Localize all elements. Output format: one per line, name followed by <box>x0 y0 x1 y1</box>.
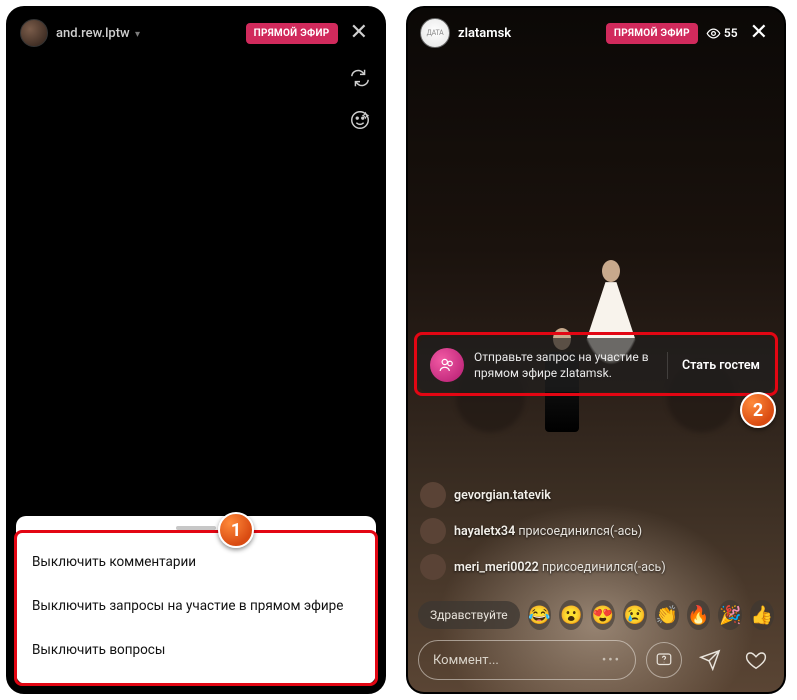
option-disable-join-requests[interactable]: Выключить запросы на участие в прямом эф… <box>30 584 362 628</box>
host-avatar-label: ДАТА <box>427 29 444 37</box>
comment-text: присоединился(-ась) <box>518 524 642 539</box>
reaction-fire[interactable]: 🔥 <box>687 600 711 630</box>
host-side-controls <box>348 66 372 132</box>
comment-item[interactable]: gevorgian.tatevik <box>420 482 772 508</box>
sheet-handle[interactable] <box>176 526 216 530</box>
comment-placeholder: Коммент... <box>433 653 499 668</box>
comment-text: присоединился(-ась) <box>542 560 666 575</box>
comment-input[interactable]: Коммент... ••• <box>418 640 636 680</box>
comment-item[interactable]: hayaletx34 присоединился(-ась) <box>420 518 772 544</box>
guest-request-text: Отправьте запрос на участие в прямом эфи… <box>474 349 657 381</box>
stream-host-username[interactable]: zlatamsk <box>458 26 511 41</box>
composer: Коммент... ••• <box>418 640 774 680</box>
avatar <box>420 518 446 544</box>
avatar <box>420 554 446 580</box>
host-username[interactable]: and.rew.lptw ▾ <box>56 26 140 41</box>
more-icon[interactable]: ••• <box>602 653 621 668</box>
quick-replies: Здравствуйте 😂 😮 😍 😢 👏 🔥 🎉 👍 <box>418 600 774 630</box>
option-disable-comments[interactable]: Выключить комментарии <box>30 540 362 584</box>
share-button[interactable] <box>692 642 728 678</box>
viewer-header: ДАТА zlatamsk ПРЯМОЙ ЭФИР 55 ✕ <box>408 8 784 58</box>
chevron-down-icon: ▾ <box>135 29 140 40</box>
face-filter-icon[interactable] <box>348 108 372 132</box>
reaction-clap[interactable]: 👏 <box>655 600 679 630</box>
viewer-count[interactable]: 55 <box>706 26 738 41</box>
comment-list: gevorgian.tatevik hayaletx34 присоединил… <box>420 482 772 580</box>
host-phone: and.rew.lptw ▾ ПРЯМОЙ ЭФИР ✕ Выключить к… <box>6 6 386 694</box>
stream-host-avatar[interactable]: ДАТА <box>420 18 450 48</box>
viewer-phone: ДАТА zlatamsk ПРЯМОЙ ЭФИР 55 ✕ Отправьте… <box>406 6 786 694</box>
comment-item[interactable]: meri_meri0022 присоединился(-ась) <box>420 554 772 580</box>
comment-user: hayaletx34 <box>454 524 515 539</box>
guest-request-icon <box>430 348 464 382</box>
close-icon[interactable]: ✕ <box>346 18 372 48</box>
quick-reply-pill[interactable]: Здравствуйте <box>418 601 520 629</box>
guest-request-banner: Отправьте запрос на участие в прямом эфи… <box>418 338 774 392</box>
host-username-text: and.rew.lptw <box>56 26 130 41</box>
reaction-wow[interactable]: 😮 <box>559 600 583 630</box>
comment-user: gevorgian.tatevik <box>454 488 551 503</box>
options-sheet: Выключить комментарии Выключить запросы … <box>16 516 376 684</box>
reaction-laugh[interactable]: 😂 <box>528 600 552 630</box>
avatar <box>420 482 446 508</box>
questions-button[interactable] <box>646 642 682 678</box>
like-button[interactable] <box>738 642 774 678</box>
switch-camera-icon[interactable] <box>348 66 372 90</box>
live-badge: ПРЯМОЙ ЭФИР <box>246 23 338 44</box>
option-disable-questions[interactable]: Выключить вопросы <box>30 628 362 672</box>
live-badge: ПРЯМОЙ ЭФИР <box>606 23 698 44</box>
host-header: and.rew.lptw ▾ ПРЯМОЙ ЭФИР ✕ <box>8 8 384 58</box>
reaction-party[interactable]: 🎉 <box>718 600 742 630</box>
comment-user: meri_meri0022 <box>454 560 539 575</box>
reaction-hearteyes[interactable]: 😍 <box>591 600 615 630</box>
eye-icon <box>706 26 721 41</box>
reaction-thumbsup[interactable]: 👍 <box>750 600 774 630</box>
reaction-sad[interactable]: 😢 <box>623 600 647 630</box>
close-icon[interactable]: ✕ <box>746 18 772 48</box>
viewer-count-value: 55 <box>724 26 738 40</box>
host-avatar[interactable] <box>20 19 48 47</box>
become-guest-button[interactable]: Стать гостем <box>667 352 762 379</box>
